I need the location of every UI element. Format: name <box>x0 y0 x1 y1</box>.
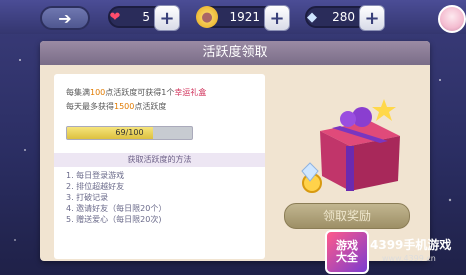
back-button[interactable]: ➔ <box>40 6 90 30</box>
add-coins-button[interactable]: + <box>264 5 290 31</box>
desc-points: 100 <box>90 88 106 97</box>
claim-reward-button[interactable]: 领取奖励 <box>284 203 410 229</box>
hearts-value: 5 <box>142 10 150 24</box>
avatar[interactable] <box>438 5 466 33</box>
coins-value: 1921 <box>229 10 260 24</box>
activity-description: 每集满100点活跃度可获得1个幸运礼盒 每天最多获得1500点活跃度 <box>66 86 206 114</box>
coins-counter: ● 1921 + <box>196 5 290 31</box>
activity-panel: 活跃度领取 每集满100点活跃度可获得1个幸运礼盒 每天最多获得1500点活跃度… <box>40 41 430 261</box>
gift-box-icon <box>301 99 400 193</box>
method-item: 3. 打破记录 <box>66 193 109 202</box>
add-hearts-button[interactable]: + <box>154 5 180 31</box>
site-logo: 游戏 大全 <box>325 230 369 274</box>
hearts-counter: ❤ 5 + <box>108 5 180 31</box>
methods-title: 获取活跃度的方法 <box>54 153 265 167</box>
daily-points: 1500 <box>114 102 135 111</box>
methods-list: 1. 每日登录游戏 2. 排位超越好友 3. 打破记录 4. 邀请好友（每日限2… <box>66 170 166 225</box>
daily-suffix: 点活跃度 <box>134 102 167 111</box>
logo-line2: 大全 <box>336 251 358 264</box>
method-item: 2. 排位超越好友 <box>66 182 125 191</box>
activity-info-box: 每集满100点活跃度可获得1个幸运礼盒 每天最多获得1500点活跃度 69/10… <box>54 74 265 259</box>
desc-mid: 点活跃度可获得1个 <box>105 88 175 97</box>
activity-progress-bar: 69/100 <box>66 126 193 140</box>
top-bar: ➔ ❤ 5 + ● 1921 + ◆ 280 + <box>0 0 466 34</box>
diamond-icon: ◆ <box>307 9 317 25</box>
method-item: 4. 邀请好友（每日限20个） <box>66 204 167 213</box>
add-diamonds-button[interactable]: + <box>359 5 385 31</box>
watermark-url: www.4399.cn <box>382 254 436 263</box>
heart-icon: ❤ <box>109 9 121 25</box>
desc-reward: 幸运礼盒 <box>174 88 207 97</box>
method-item: 1. 每日登录游戏 <box>66 171 125 180</box>
method-item: 5. 赠送爱心（每日限20次) <box>66 215 162 224</box>
daily-prefix: 每天最多获得 <box>66 102 114 111</box>
diamonds-counter: ◆ 280 + <box>305 5 385 31</box>
back-arrow-icon: ➔ <box>58 8 72 28</box>
watermark-brand: 4399手机游戏 <box>370 238 452 252</box>
progress-text: 69/100 <box>115 128 144 137</box>
panel-title: 活跃度领取 <box>40 41 430 65</box>
coin-icon: ● <box>196 6 218 28</box>
desc-prefix: 每集满 <box>66 88 90 97</box>
diamonds-value: 280 <box>332 10 355 24</box>
